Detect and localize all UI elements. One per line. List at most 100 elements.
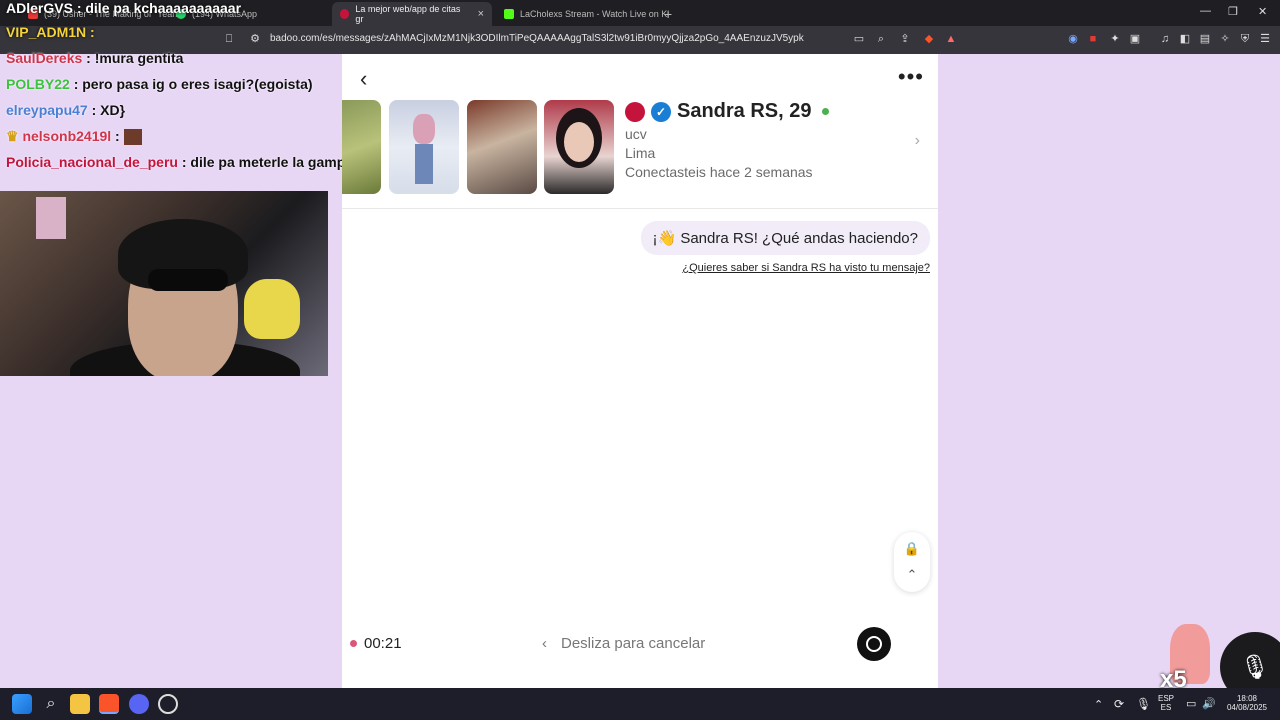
slide-to-cancel[interactable]: ‹ Desliza para cancelar [542,635,705,652]
profile-info[interactable]: ✓ Sandra RS, 29 ucv Lima Conectasteis ha… [625,100,829,180]
chevron-up-icon[interactable]: ⌃ [907,567,918,583]
extensions-icon[interactable]: ✦ [1108,32,1122,46]
chat-user: ADlerGVS [6,0,73,16]
recording-time: 00:21 [364,635,402,652]
verified-icon: ✓ [651,101,671,122]
profile-name: Sandra RS, 29 [677,100,812,122]
lock-icon[interactable]: 🔒 [904,541,920,557]
floating-controls: 🔒 ⌃ [894,532,930,592]
chat-text: : dile pa kchaaaaaaaaaar [76,0,242,16]
vpn-icon[interactable]: ⛨ [1238,32,1252,46]
tab-badoo[interactable]: La mejor web/app de citas gr × [332,2,492,26]
tab-kick[interactable]: LaCholexs Stream - Watch Live on Ki [496,2,677,26]
record-icon [866,636,882,652]
chat-message: ADlerGVS : dile pa kchaaaaaaaaaar [6,0,241,16]
brave-shield-icon[interactable]: ◆ [922,32,936,46]
profile-photo[interactable] [389,100,459,194]
profile-photo[interactable] [467,100,537,194]
chat-text: : !mura gentita [86,50,184,66]
chat-message: SaulDereks : !mura gentita [6,50,183,66]
language-indicator[interactable]: ESP ES [1158,694,1174,712]
cancel-hint-text: Desliza para cancelar [561,635,706,652]
tray-chevron-icon[interactable]: ⌃ [1094,698,1103,711]
badoo-icon [340,9,350,19]
seen-message-link[interactable]: ¿Quieres saber si Sandra RS ha visto tu … [682,262,930,274]
volume-icon[interactable]: 🔊 [1202,697,1216,710]
extension-new-icon[interactable]: ■ [1086,32,1100,46]
badoo-premium-icon [625,101,645,122]
sidebar-toggle-icon[interactable]: ◧ [1178,32,1192,46]
profile-name-row: ✓ Sandra RS, 29 [625,100,829,123]
bookmark-icon[interactable]: ⎕ [222,32,236,46]
sync-icon[interactable]: ⟳ [1114,697,1124,711]
chat-user: SaulDereks [6,50,83,66]
profile-school: ucv [625,126,647,142]
maximize-icon[interactable]: ❐ [1228,5,1238,18]
url-field[interactable]: badoo.com/es/messages/zAhMACjIxMzM1Njk3O… [270,33,804,44]
site-settings-icon[interactable]: ⚙ [248,32,262,46]
wall-poster [36,197,66,239]
chat-user: elreypapu47 [6,102,88,118]
chat-user: Policia_nacional_de_peru [6,154,178,170]
chat-text: : XD} [91,102,126,118]
share-icon[interactable]: ⇪ [898,32,912,46]
chat-text: : dile pa meterle la gampi [181,154,350,170]
chevron-left-icon: ‹ [542,635,547,652]
profile-connected: Conectasteis hace 2 semanas [625,164,813,180]
webcam-feed [0,191,328,376]
tray-mic-icon[interactable]: 🎙 [1136,697,1151,711]
badoo-chat-panel: ‹ ••• ✓ Sandra RS, 29 ucv Lima Conectast… [342,54,938,688]
voice-record-button[interactable] [857,627,891,661]
leo-ai-icon[interactable]: ✧ [1218,32,1232,46]
sent-message-bubble: ¡👋 Sandra RS! ¿Qué andas haciendo? [640,221,930,255]
chevron-right-icon[interactable]: › [915,132,920,150]
brave-browser-icon[interactable] [99,694,119,714]
chat-text: : [90,24,95,40]
divider [342,208,938,209]
address-bar: ⎕ ⚙ badoo.com/es/messages/zAhMACjIxMzM1N… [0,26,1280,54]
chat-user: VIP_ADM1N [6,24,87,40]
obs-icon[interactable] [158,694,178,714]
new-tab-button[interactable]: + [656,2,680,26]
recording-indicator-icon [350,640,357,647]
zoom-icon[interactable]: ⌕ [874,32,888,46]
chat-user: POLBY22 [6,76,70,92]
taskbar: ⌕ ⌃ ⟳ 🎙 ESP ES ▭ 🔊 18:08 04/08/2025 [0,688,1280,720]
search-icon[interactable]: ⌕ [41,694,61,714]
profile-photo[interactable] [544,100,614,194]
crown-icon: ♛ [6,128,19,144]
chat-message: VIP_ADM1N : [6,24,95,40]
brave-rewards-icon[interactable]: ▲ [944,32,958,46]
back-button[interactable]: ‹ [360,66,367,92]
emote-icon [123,129,142,146]
network-icon[interactable]: ▭ [1186,697,1196,710]
chat-user: nelsonb2419l [22,128,112,144]
kick-icon [504,9,514,19]
chat-message: ♛ nelsonb2419l : [6,128,142,146]
media-icon[interactable]: ♫ [1158,32,1172,46]
menu-icon[interactable]: ☰ [1258,32,1272,46]
chat-message: elreypapu47 : XD} [6,102,125,118]
more-options-icon[interactable]: ••• [898,64,924,90]
profile-city: Lima [625,145,656,161]
audio-icon[interactable]: ◉ [1066,32,1080,46]
file-explorer-icon[interactable] [70,694,90,714]
sidebar-panel-icon[interactable]: ▣ [1128,32,1142,46]
tab-title: LaCholexs Stream - Watch Live on Ki [520,9,670,19]
chat-text: : [115,128,120,144]
sunglasses [148,269,228,291]
online-status-icon [821,108,829,115]
clock[interactable]: 18:08 04/08/2025 [1222,694,1272,712]
cast-icon[interactable]: ▭ [852,32,866,46]
tab-title: La mejor web/app de citas gr [355,4,461,24]
chat-text: : pero pasa ig o eres isagi?(egoista) [73,76,313,92]
close-tab-icon[interactable]: × [478,8,484,20]
discord-icon[interactable] [129,694,149,714]
yellow-bag [244,279,300,339]
chat-message: POLBY22 : pero pasa ig o eres isagi?(ego… [6,76,313,92]
minimize-icon[interactable]: — [1200,5,1211,17]
close-window-icon[interactable]: ✕ [1258,5,1267,18]
windows-start-icon[interactable] [12,694,32,714]
profile-photo[interactable] [342,100,381,194]
wallet-icon[interactable]: ▤ [1198,32,1212,46]
